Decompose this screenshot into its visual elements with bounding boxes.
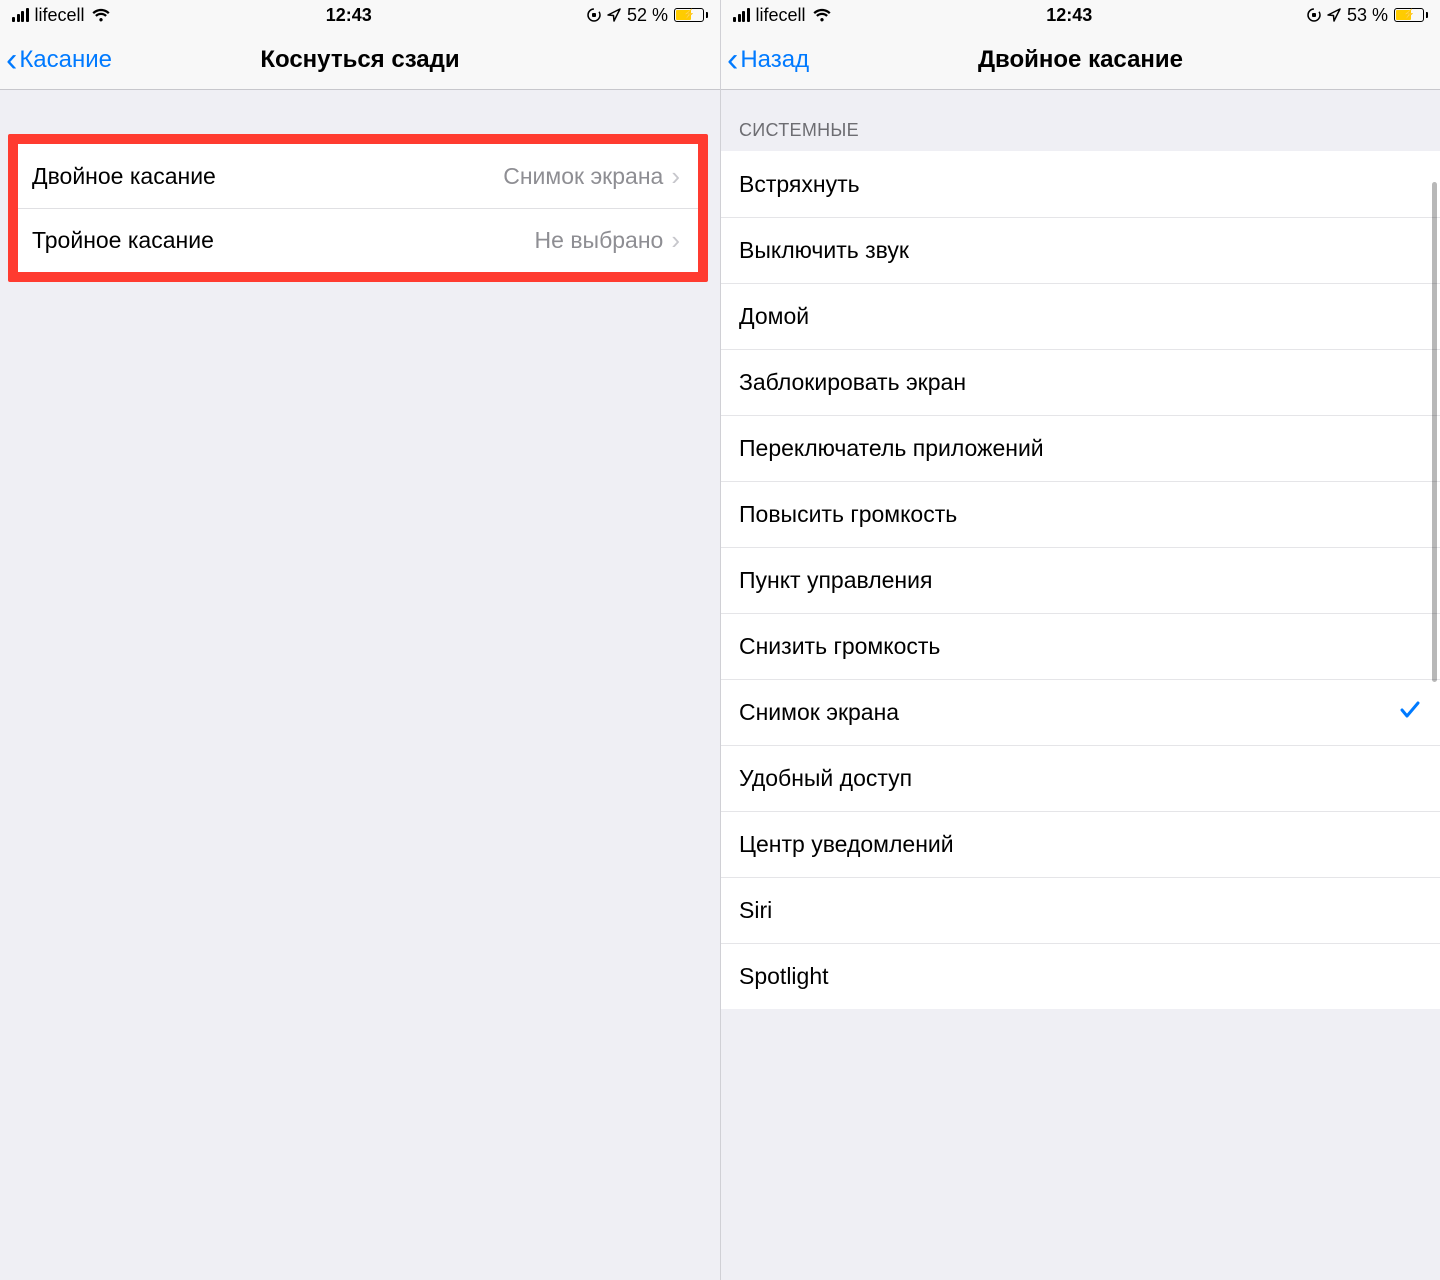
status-time: 12:43 <box>326 5 372 26</box>
option-label: Siri <box>739 897 1422 924</box>
carrier-label: lifecell <box>756 5 806 26</box>
status-bar: lifecell 12:43 52 % ⚡ <box>0 0 720 30</box>
row-value: Снимок экрана <box>503 163 663 190</box>
back-button[interactable]: ‹ Назад <box>721 43 809 77</box>
page-title: Двойное касание <box>721 46 1440 74</box>
option-label: Снизить громкость <box>739 633 1422 660</box>
option-label: Переключатель приложений <box>739 435 1422 462</box>
option-row[interactable]: Снимок экрана <box>721 679 1440 745</box>
orientation-lock-icon <box>587 8 601 22</box>
back-label: Касание <box>19 46 112 74</box>
double-tap-row[interactable]: Двойное касание Снимок экрана › <box>18 144 698 208</box>
option-row[interactable]: Переключатель приложений <box>721 415 1440 481</box>
option-row[interactable]: Домой <box>721 283 1440 349</box>
wifi-icon <box>812 8 832 22</box>
option-label: Пункт управления <box>739 567 1422 594</box>
option-row[interactable]: Снизить громкость <box>721 613 1440 679</box>
scrollbar[interactable] <box>1432 182 1437 682</box>
nav-bar: ‹ Назад Двойное касание <box>721 30 1440 90</box>
battery-percent-label: 52 % <box>627 5 668 26</box>
option-row[interactable]: Встряхнуть <box>721 151 1440 217</box>
orientation-lock-icon <box>1307 8 1321 22</box>
options-list: Встряхнуть Выключить звук Домой Заблокирова… <box>721 151 1440 1009</box>
option-row[interactable]: Spotlight <box>721 943 1440 1009</box>
triple-tap-row[interactable]: Тройное касание Не выбрано › <box>18 208 698 272</box>
nav-bar: ‹ Касание Коснуться сзади <box>0 30 720 90</box>
checkmark-icon <box>1398 698 1422 727</box>
annotation-highlight: Двойное касание Снимок экрана › Тройное … <box>8 134 708 282</box>
back-tap-list: Двойное касание Снимок экрана › Тройное … <box>18 144 698 272</box>
chevron-right-icon: › <box>671 225 680 256</box>
chevron-right-icon: › <box>671 161 680 192</box>
row-title: Тройное касание <box>32 227 535 254</box>
content-area: Двойное касание Снимок экрана › Тройное … <box>0 90 720 1280</box>
chevron-left-icon: ‹ <box>727 43 738 77</box>
option-row[interactable]: Выключить звук <box>721 217 1440 283</box>
wifi-icon <box>91 8 111 22</box>
right-screenshot: lifecell 12:43 53 % ⚡ ‹ Назад Двойное ка… <box>720 0 1440 1280</box>
cellular-signal-icon <box>12 8 29 22</box>
status-left: lifecell <box>733 5 832 26</box>
option-label: Центр уведомлений <box>739 831 1422 858</box>
option-row[interactable]: Siri <box>721 877 1440 943</box>
location-icon <box>1327 8 1341 22</box>
option-row[interactable]: Центр уведомлений <box>721 811 1440 877</box>
battery-percent-label: 53 % <box>1347 5 1388 26</box>
option-label: Удобный доступ <box>739 765 1422 792</box>
option-row[interactable]: Повысить громкость <box>721 481 1440 547</box>
option-label: Spotlight <box>739 963 1422 990</box>
battery-icon: ⚡ <box>1394 8 1428 22</box>
row-title: Двойное касание <box>32 163 503 190</box>
back-label: Назад <box>740 46 809 74</box>
option-row[interactable]: Пункт управления <box>721 547 1440 613</box>
carrier-label: lifecell <box>35 5 85 26</box>
location-icon <box>607 8 621 22</box>
battery-icon: ⚡ <box>674 8 708 22</box>
status-time: 12:43 <box>1046 5 1092 26</box>
status-right: 52 % ⚡ <box>587 5 708 26</box>
chevron-left-icon: ‹ <box>6 43 17 77</box>
option-label: Встряхнуть <box>739 171 1422 198</box>
option-label: Домой <box>739 303 1422 330</box>
status-left: lifecell <box>12 5 111 26</box>
row-value: Не выбрано <box>535 227 664 254</box>
option-label: Заблокировать экран <box>739 369 1422 396</box>
option-label: Снимок экрана <box>739 699 1398 726</box>
status-bar: lifecell 12:43 53 % ⚡ <box>721 0 1440 30</box>
cellular-signal-icon <box>733 8 750 22</box>
content-area: СИСТЕМНЫЕ Встряхнуть Выключить звук Домой З… <box>721 90 1440 1280</box>
option-row[interactable]: Заблокировать экран <box>721 349 1440 415</box>
option-row[interactable]: Удобный доступ <box>721 745 1440 811</box>
back-button[interactable]: ‹ Касание <box>0 43 112 77</box>
option-label: Выключить звук <box>739 237 1422 264</box>
option-label: Повысить громкость <box>739 501 1422 528</box>
section-header: СИСТЕМНЫЕ <box>721 90 1440 151</box>
left-screenshot: lifecell 12:43 52 % ⚡ ‹ Касание Коснутьс… <box>0 0 720 1280</box>
status-right: 53 % ⚡ <box>1307 5 1428 26</box>
